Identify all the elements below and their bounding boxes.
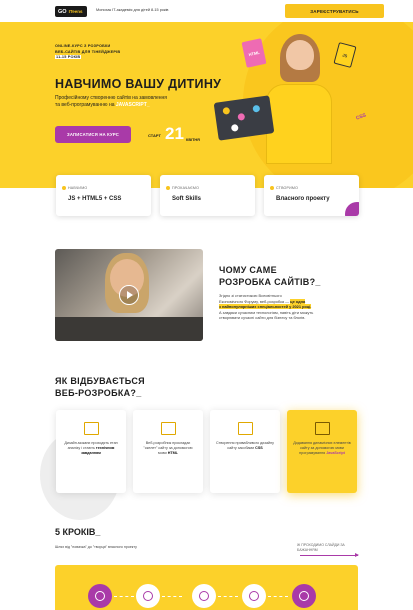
laptop-sticker — [222, 106, 231, 115]
laptop-sticker — [237, 112, 246, 121]
process-step-card: Створення привабливого дизайну сайту зас… — [210, 410, 280, 493]
laptop-icon — [213, 95, 275, 141]
start-month: КВІТНЯ — [186, 138, 200, 142]
five-steps-note: Ж ПРОХОДИМО СЛАЙДИ ЗА БАЖАННЯМ — [297, 543, 345, 552]
logo-iteens-text: ITeens — [68, 9, 83, 14]
layout-icon — [160, 422, 176, 435]
step-1-icon[interactable] — [88, 584, 112, 608]
step-bold: HTML — [167, 451, 178, 455]
logo-go-text: GO — [58, 8, 67, 15]
why-text-highlight: з найпопулярніших спеціальностей у 2021 … — [219, 304, 312, 309]
why-title-line-1: ЧОМУ САМЕ — [219, 265, 277, 275]
palette-icon — [237, 422, 253, 435]
play-icon[interactable] — [119, 285, 139, 305]
step-bold: CSS — [255, 446, 263, 450]
signup-course-button[interactable]: ЗАПИСАТИСЯ НА КУРС — [55, 126, 131, 143]
why-text-line: створювати сучасні сайти для бізнесу та … — [219, 315, 306, 320]
process-step-card: Дизайн-мокапи проходять етап аналізу і с… — [56, 410, 126, 493]
hero-course-caption: ONLINE-КУРС З РОЗРОБКИ ВЕБ-САЙТІВ ДЛЯ ТІ… — [55, 44, 125, 61]
feature-card-project: СТВОРИМО Власного проекту — [264, 175, 359, 216]
step-connector — [268, 596, 288, 597]
feature-value: JS + HTML5 + CSS — [68, 196, 122, 202]
hero-subtitle-line-1: Професійному створенню сайтів на замовле… — [55, 95, 167, 101]
how-title-line-1: ЯК ВІДБУВАЄТЬСЯ — [55, 376, 145, 386]
bullet-icon — [166, 186, 170, 190]
hero-subtitle-js: JAVASCRIPT_ — [115, 102, 150, 108]
register-button[interactable]: ЗАРЕЄСТРУВАТИСЬ — [285, 4, 384, 18]
code-icon — [314, 422, 330, 435]
bullet-icon — [270, 186, 274, 190]
logo[interactable]: GO ITeens — [55, 6, 87, 17]
step-3-icon[interactable] — [192, 584, 216, 608]
feature-label: ПРОКАЧАЄМО — [172, 186, 200, 190]
how-title-line-2: ВЕБ-РОЗРОБКА?_ — [55, 388, 142, 398]
bullet-icon — [62, 186, 66, 190]
hero-girl-face — [286, 40, 314, 70]
laptop-sticker — [230, 123, 239, 132]
step-connector — [162, 596, 182, 597]
hero-title: НАВЧИМО ВАШУ ДИТИНУ — [55, 77, 222, 91]
why-description: Згідно зі статистикою Всесвітнього Еконо… — [219, 293, 369, 321]
five-steps-subtitle: Шлях від "новачка" до "творця" власного … — [55, 545, 137, 549]
hero-subtitle-line-2: та веб-програмуванню на — [55, 102, 115, 108]
hero-girl-body — [266, 84, 332, 164]
hero-caption-age: 11-15 РОКІВ — [55, 55, 82, 59]
card-decor-corner — [345, 202, 359, 216]
feature-label: НАВЧИМО — [68, 186, 88, 190]
why-title-line-2: РОЗРОБКА САЙТІВ?_ — [219, 277, 321, 287]
step-text: Створення привабливого дизайну сайту зас… — [216, 441, 274, 450]
top-header: GO ITeens Монохак IT-академія для дітей … — [0, 0, 413, 22]
video-desk — [55, 317, 203, 341]
step-2-icon[interactable] — [136, 584, 160, 608]
feature-value: Soft Skills — [172, 196, 202, 202]
why-text-line: Економічного Форуму, веб-розробка — — [219, 298, 290, 304]
five-steps-title: 5 КРОКІВ_ — [55, 527, 101, 537]
intro-video[interactable] — [55, 249, 203, 341]
start-day: 21 — [165, 124, 184, 143]
header-tagline: Монохак IT-академія для дітей 8-15 років — [96, 8, 169, 12]
feature-label: СТВОРИМО — [276, 186, 299, 190]
step-bold: JavaScript — [326, 451, 345, 455]
laptop-sticker — [252, 104, 261, 113]
step-connector — [218, 596, 238, 597]
feature-card-softskills: ПРОКАЧАЄМО Soft Skills — [160, 175, 255, 216]
process-step-card: Веб-розробник прокладає "скелет" сайту з… — [133, 410, 203, 493]
document-icon — [83, 422, 99, 435]
start-label: СТАРТ — [148, 133, 161, 138]
why-text-highlight: це одна — [290, 298, 306, 304]
hero-section: ONLINE-КУРС З РОЗРОБКИ ВЕБ-САЙТІВ ДЛЯ ТІ… — [0, 22, 413, 188]
why-title: ЧОМУ САМЕ РОЗРОБКА САЙТІВ?_ — [219, 264, 321, 288]
feature-card-learn: НАВЧИМО JS + HTML5 + CSS — [56, 175, 151, 216]
feature-value: Власного проекту — [276, 196, 330, 202]
hero-subtitle: Професійному створенню сайтів на замовле… — [55, 95, 210, 109]
step-connector — [114, 596, 134, 597]
how-title: ЯК ВІДБУВАЄТЬСЯ ВЕБ-РОЗРОБКА?_ — [55, 375, 145, 399]
arrow-right-icon[interactable] — [300, 553, 359, 557]
step-4-icon[interactable] — [242, 584, 266, 608]
step-5-icon[interactable] — [292, 584, 316, 608]
process-step-card-active: Додавання динамічних елементів сайту за … — [287, 410, 357, 493]
